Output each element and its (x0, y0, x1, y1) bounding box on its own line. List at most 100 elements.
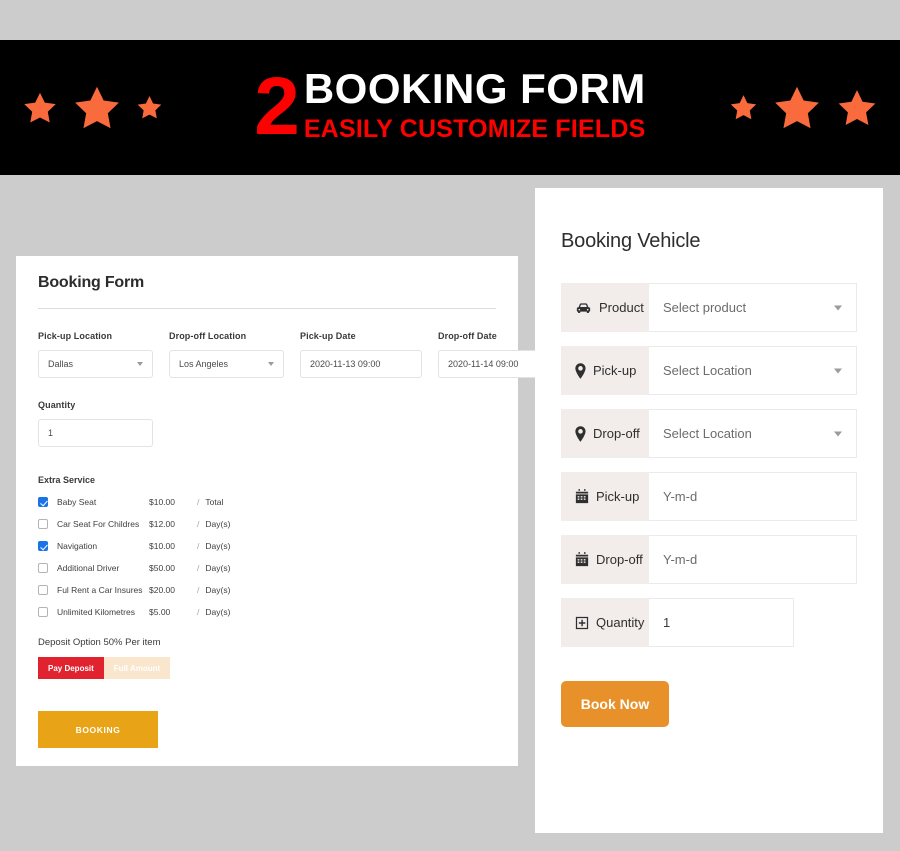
dropoff-location-row: Drop-off Select Location (561, 409, 857, 458)
banner-text-stack: BOOKING FORM EASILY CUSTOMIZE FIELDS (303, 64, 646, 148)
checkbox-ful-rent-a-car-insures[interactable] (38, 585, 48, 595)
service-unit: Day(s) (205, 541, 231, 551)
pickup-location-field: Pick-up Location Dallas (38, 331, 153, 378)
stars-left-group (22, 83, 163, 133)
booking-submit-button[interactable]: BOOKING (38, 711, 158, 748)
service-name: Unlimited Kilometres (57, 607, 135, 617)
service-separator: / (197, 541, 200, 551)
title-divider (38, 308, 496, 309)
service-name: Car Seat For Childres (57, 519, 140, 529)
dropoff-location-field: Drop-off Location Los Angeles (169, 331, 284, 378)
list-item[interactable]: Additional Driver $50.00 / Day(s) (38, 563, 496, 573)
product-row: Product Select product (561, 283, 857, 332)
product-label: Product (599, 300, 644, 315)
quantity-value: 1 (663, 615, 671, 630)
pickup-date-row: Pick-up Y-m-d (561, 472, 857, 521)
pickup-date-label-cell: Pick-up (561, 472, 649, 521)
quantity-label: Quantity (38, 400, 76, 410)
checkbox-additional-driver[interactable] (38, 563, 48, 573)
service-unit: Day(s) (205, 519, 231, 529)
service-separator: / (197, 563, 200, 573)
banner-title-group: 2 BOOKING FORM EASILY CUSTOMIZE FIELDS (254, 64, 646, 148)
service-price: $5.00 (149, 607, 171, 617)
booking-form-panel: Booking Form Pick-up Location Dallas Dro… (16, 256, 560, 766)
pickup-location-row: Pick-up Select Location (561, 346, 857, 395)
dropoff-date-value: 2020-11-14 09:00 (448, 359, 519, 369)
calendar-icon (575, 552, 589, 567)
pickup-location-label-cell: Pick-up (561, 346, 649, 395)
product-value: Select product (663, 300, 747, 315)
dropoff-location-label: Drop-off (593, 426, 640, 441)
book-now-button[interactable]: Book Now (561, 681, 669, 727)
list-item[interactable]: Ful Rent a Car Insures $20.00 / Day(s) (38, 585, 496, 595)
pickup-location-value: Select Location (663, 363, 752, 378)
quantity-label-cell: Quantity (561, 598, 649, 647)
quantity-value: 1 (48, 428, 54, 438)
list-item[interactable]: Car Seat For Childres $12.00 / Day(s) (38, 519, 496, 529)
extra-service-title: Extra Service (38, 475, 96, 485)
pickup-date-input[interactable]: Y-m-d (649, 472, 857, 521)
deposit-option-label: Deposit Option 50% Per item (38, 637, 161, 648)
chevron-down-icon (137, 362, 143, 366)
service-price: $10.00 (149, 541, 175, 551)
chevron-down-icon (834, 368, 842, 373)
service-name: Additional Driver (57, 563, 120, 573)
pickup-date-input[interactable]: 2020-11-13 09:00 (300, 350, 422, 378)
deposit-option-toggle: Pay Deposit Full Amount (38, 657, 496, 679)
pickup-location-label: Pick-up (593, 363, 637, 378)
pickup-location-value: Dallas (48, 359, 74, 369)
service-separator: / (197, 607, 200, 617)
map-pin-icon (575, 362, 586, 379)
list-item[interactable]: Navigation $10.00 / Day(s) (38, 541, 496, 551)
star-icon-medium (22, 90, 58, 126)
dropoff-location-value: Select Location (663, 426, 752, 441)
pickup-location-select[interactable]: Select Location (649, 346, 857, 395)
list-item[interactable]: Baby Seat $10.00 / Total (38, 497, 496, 507)
dropoff-date-row: Drop-off Y-m-d (561, 535, 857, 584)
service-separator: / (197, 585, 200, 595)
quantity-input[interactable]: 1 (38, 419, 153, 447)
banner-title: BOOKING FORM (303, 64, 646, 112)
dropoff-date-value: Y-m-d (663, 552, 698, 567)
checkbox-unlimited-kilometres[interactable] (38, 607, 48, 617)
pay-deposit-button[interactable]: Pay Deposit (38, 657, 104, 679)
product-label-cell: Product (561, 283, 649, 332)
chevron-down-icon (834, 305, 842, 310)
product-select[interactable]: Select product (649, 283, 857, 332)
header-banner: 2 BOOKING FORM EASILY CUSTOMIZE FIELDS (0, 40, 900, 175)
star-icon-large (72, 83, 122, 133)
service-unit: Day(s) (205, 607, 231, 617)
booking-form-field-row: Pick-up Location Dallas Drop-off Locatio… (38, 331, 560, 378)
dropoff-date-input[interactable]: Y-m-d (649, 535, 857, 584)
pickup-location-select[interactable]: Dallas (38, 350, 153, 378)
list-item[interactable]: Unlimited Kilometres $5.00 / Day(s) (38, 607, 496, 617)
booking-form-title: Booking Form (38, 274, 145, 291)
page-root: 2 BOOKING FORM EASILY CUSTOMIZE FIELDS B… (0, 0, 900, 851)
dropoff-location-select[interactable]: Select Location (649, 409, 857, 458)
checkbox-navigation[interactable] (38, 541, 48, 551)
quantity-input[interactable]: 1 (649, 598, 794, 647)
service-price: $20.00 (149, 585, 175, 595)
dropoff-location-select[interactable]: Los Angeles (169, 350, 284, 378)
pickup-date-label: Pick-up (596, 489, 640, 504)
service-price: $10.00 (149, 497, 175, 507)
checkbox-car-seat-for-childres[interactable] (38, 519, 48, 529)
car-icon (575, 301, 592, 315)
service-unit: Total (205, 497, 224, 507)
pickup-date-label: Pick-up Date (300, 331, 356, 341)
calendar-icon (575, 489, 589, 504)
checkbox-baby-seat[interactable] (38, 497, 48, 507)
dropoff-location-value: Los Angeles (179, 359, 229, 369)
service-price: $50.00 (149, 563, 175, 573)
service-separator: / (197, 497, 200, 507)
stars-right-group (729, 83, 878, 133)
chevron-down-icon (834, 431, 842, 436)
pickup-location-label: Pick-up Location (38, 331, 113, 341)
star-icon-medium (836, 87, 878, 129)
star-icon-large (772, 83, 822, 133)
star-icon-small (136, 94, 163, 121)
service-price: $12.00 (149, 519, 175, 529)
star-icon-small (729, 93, 758, 122)
full-amount-button[interactable]: Full Amount (103, 657, 171, 679)
quantity-label: Quantity (596, 615, 645, 630)
